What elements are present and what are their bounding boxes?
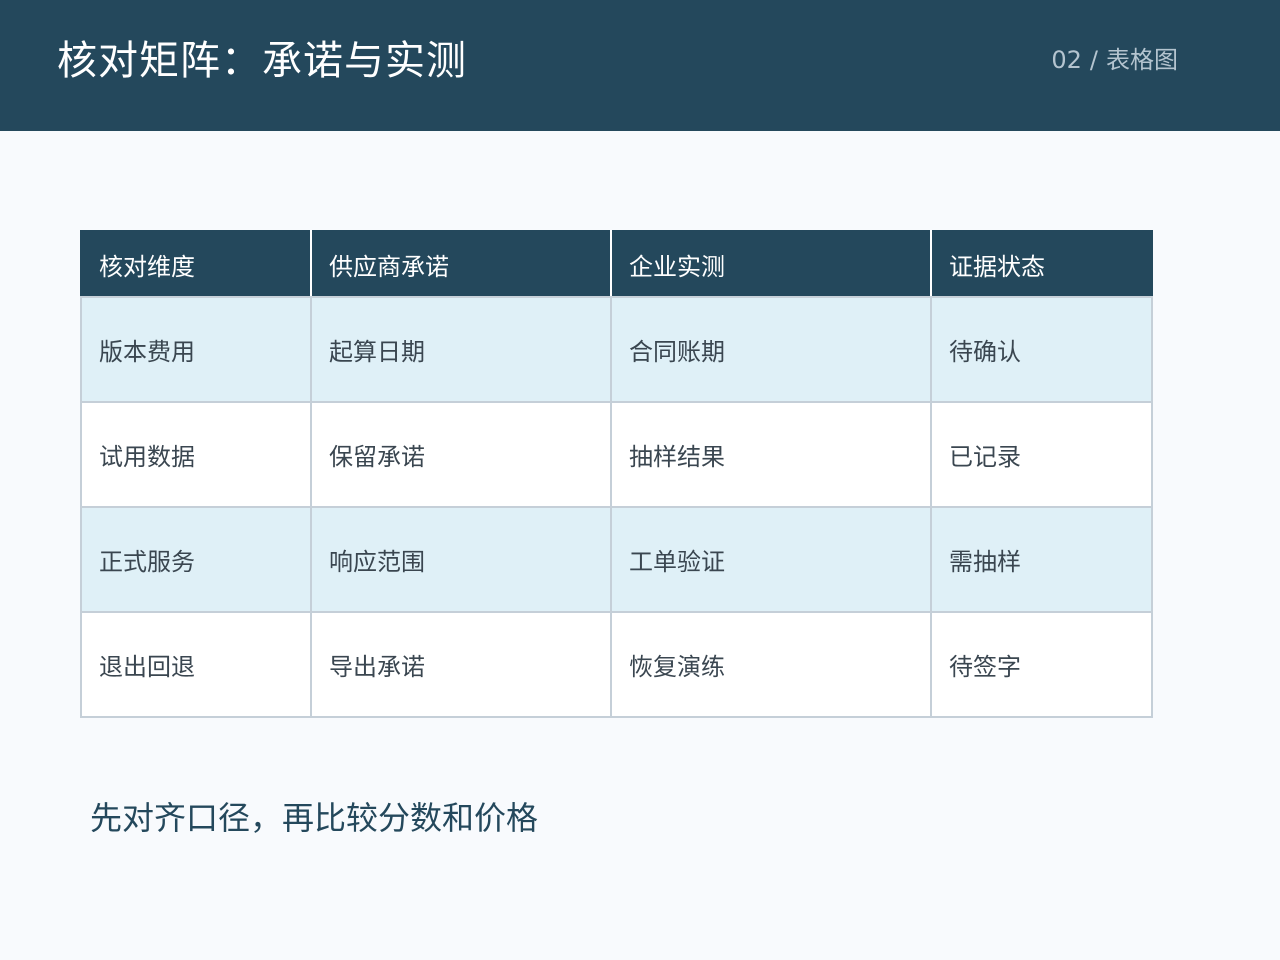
matrix-table: 核对维度 供应商承诺 企业实测 证据状态 版本费用 起算日期 合同账期 待确认 … xyxy=(80,230,1153,718)
page-separator: / xyxy=(1089,46,1098,74)
table-cell: 待确认 xyxy=(930,296,1153,403)
table-cell: 工单验证 xyxy=(610,506,932,613)
table-cell: 正式服务 xyxy=(80,506,312,613)
table-cell: 版本费用 xyxy=(80,296,312,403)
table-row: 版本费用 起算日期 合同账期 待确认 xyxy=(80,296,1153,403)
table-cell: 响应范围 xyxy=(310,506,612,613)
table-cell: 试用数据 xyxy=(80,401,312,508)
table-cell: 抽样结果 xyxy=(610,401,932,508)
table-cell: 起算日期 xyxy=(310,296,612,403)
table-cell: 恢复演练 xyxy=(610,611,932,718)
page-number: 02 xyxy=(1051,46,1082,74)
table-cell: 合同账期 xyxy=(610,296,932,403)
table-row: 试用数据 保留承诺 抽样结果 已记录 xyxy=(80,401,1153,508)
column-header-dimension: 核对维度 xyxy=(80,230,312,298)
page-indicator: 02/ 表格图 xyxy=(1051,44,1178,76)
table-header-row: 核对维度 供应商承诺 企业实测 证据状态 xyxy=(80,230,1153,298)
table-cell: 已记录 xyxy=(930,401,1153,508)
table-cell: 待签字 xyxy=(930,611,1153,718)
table-cell: 保留承诺 xyxy=(310,401,612,508)
header-bar: 核对矩阵：承诺与实测 02/ 表格图 xyxy=(0,0,1280,131)
table-row: 退出回退 导出承诺 恢复演练 待签字 xyxy=(80,611,1153,718)
page-title: 核对矩阵：承诺与实测 xyxy=(57,38,467,84)
section-label: 表格图 xyxy=(1106,46,1178,74)
table-cell: 需抽样 xyxy=(930,506,1153,613)
column-header-evidence-status: 证据状态 xyxy=(930,230,1153,298)
column-header-vendor-promise: 供应商承诺 xyxy=(310,230,612,298)
verification-matrix: 核对维度 供应商承诺 企业实测 证据状态 版本费用 起算日期 合同账期 待确认 … xyxy=(80,230,1153,718)
table-cell: 退出回退 xyxy=(80,611,312,718)
table-cell: 导出承诺 xyxy=(310,611,612,718)
column-header-enterprise-test: 企业实测 xyxy=(610,230,932,298)
table-row: 正式服务 响应范围 工单验证 需抽样 xyxy=(80,506,1153,613)
summary-note: 先对齐口径，再比较分数和价格 xyxy=(90,799,539,837)
